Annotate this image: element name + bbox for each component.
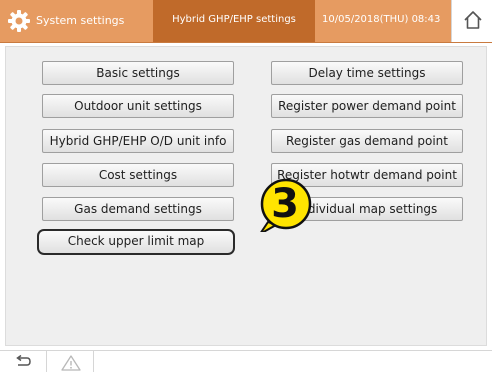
back-arrow-icon — [16, 355, 31, 366]
basic-settings-button[interactable]: Basic settings — [42, 61, 234, 85]
cost-settings-button[interactable]: Cost settings — [42, 163, 234, 187]
alert-button[interactable] — [47, 351, 94, 372]
check-upper-limit-map-button[interactable]: Check upper limit map — [37, 229, 235, 255]
home-icon — [464, 11, 482, 29]
section-title: Hybrid GHP/EHP settings — [153, 0, 315, 42]
register-gas-demand-point-button[interactable]: Register gas demand point — [271, 129, 463, 153]
app-title: System settings — [36, 14, 125, 27]
settings-panel: Basic settings Outdoor unit settings Hyb… — [5, 46, 487, 346]
callout-number: 3 — [271, 181, 299, 227]
delay-time-settings-button[interactable]: Delay time settings — [271, 61, 463, 85]
section-title-label: Hybrid GHP/EHP settings — [172, 14, 296, 25]
warning-icon — [61, 355, 81, 371]
title-bar: System settings Hybrid GHP/EHP settings … — [0, 0, 492, 43]
home-button[interactable] — [451, 0, 492, 42]
back-button[interactable] — [0, 351, 47, 372]
datetime-display: 10/05/2018(THU) 08:43 — [322, 14, 441, 25]
register-power-demand-point-button[interactable]: Register power demand point — [271, 94, 463, 118]
hybrid-od-unit-info-button[interactable]: Hybrid GHP/EHP O/D unit info — [42, 129, 234, 153]
bottom-bar — [0, 350, 492, 372]
step-callout: 3 — [258, 178, 312, 232]
gear-icon — [8, 10, 30, 32]
outdoor-unit-settings-button[interactable]: Outdoor unit settings — [42, 94, 234, 118]
screen: System settings Hybrid GHP/EHP settings … — [0, 0, 492, 372]
gas-demand-settings-button[interactable]: Gas demand settings — [42, 197, 234, 221]
